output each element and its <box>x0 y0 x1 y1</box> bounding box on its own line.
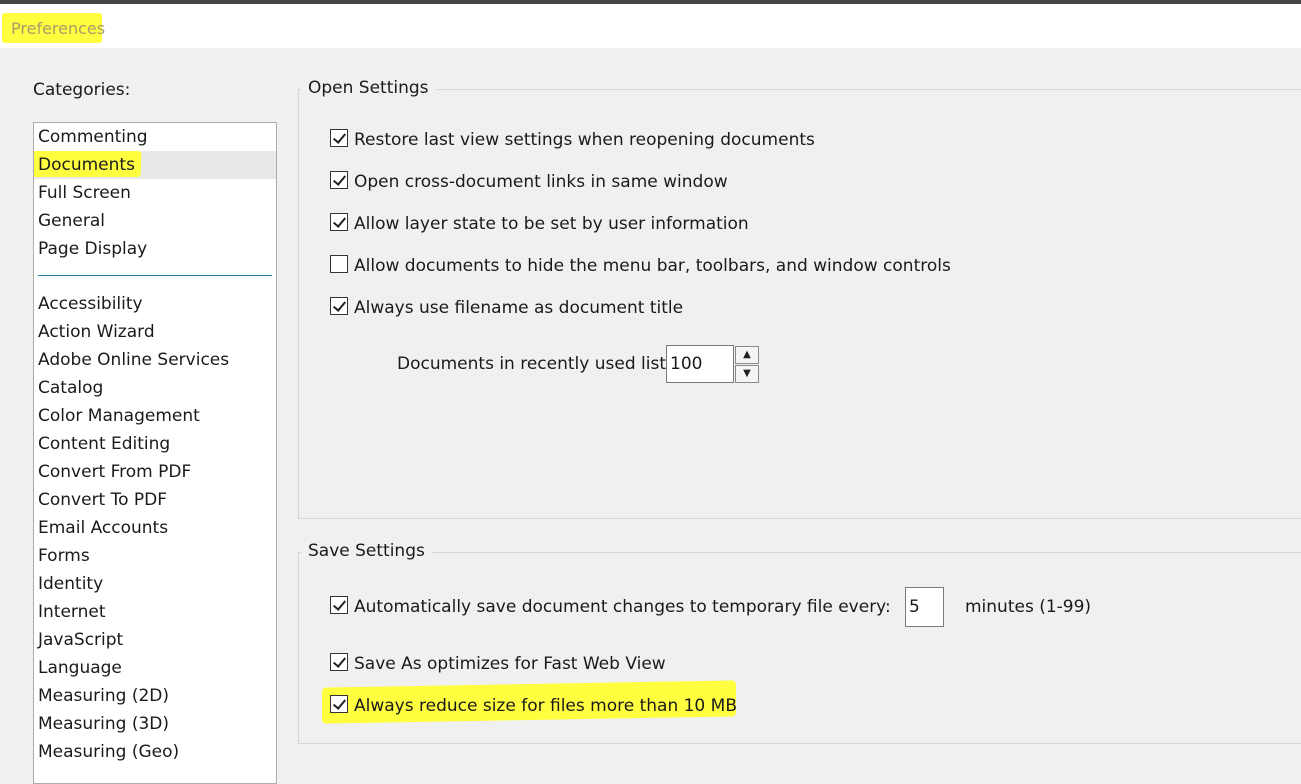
category-item-internet[interactable]: Internet <box>34 598 276 626</box>
category-label: Convert From PDF <box>38 462 192 482</box>
filename-title-option[interactable]: Always use filename as document title <box>330 297 683 321</box>
save-settings-title: Save Settings <box>301 541 432 561</box>
category-item-adobe-online-services[interactable]: Adobe Online Services <box>34 346 276 374</box>
category-label: Accessibility <box>38 294 143 314</box>
hide-menu-bar-option[interactable]: Allow documents to hide the menu bar, to… <box>330 255 951 279</box>
title-bar: Preferences <box>0 4 1301 48</box>
category-item-documents[interactable]: Documents <box>34 151 276 179</box>
restore-last-view-checkbox[interactable] <box>330 129 348 147</box>
restore-last-view-option[interactable]: Restore last view settings when reopenin… <box>330 129 815 153</box>
cross-doc-links-checkbox[interactable] <box>330 171 348 189</box>
category-label: Content Editing <box>38 434 171 454</box>
window-title: Preferences <box>11 19 106 38</box>
category-label: Full Screen <box>38 183 131 203</box>
open-settings-title: Open Settings <box>301 78 436 98</box>
hide-menu-bar-label: Allow documents to hide the menu bar, to… <box>354 256 951 276</box>
category-label: Measuring (3D) <box>38 714 170 734</box>
layer-state-label: Allow layer state to be set by user info… <box>354 214 749 234</box>
category-item-catalog[interactable]: Catalog <box>34 374 276 402</box>
autosave-unit-label: minutes (1-99) <box>965 597 1092 617</box>
spin-up-button[interactable]: ▲ <box>735 346 759 364</box>
category-item-forms[interactable]: Forms <box>34 542 276 570</box>
autosave-minutes-input[interactable] <box>905 587 944 627</box>
category-label: Measuring (2D) <box>38 686 170 706</box>
layer-state-option[interactable]: Allow layer state to be set by user info… <box>330 213 749 237</box>
category-item-language[interactable]: Language <box>34 654 276 682</box>
layer-state-checkbox[interactable] <box>330 213 348 231</box>
category-item-commenting[interactable]: Commenting <box>34 123 276 151</box>
category-label: Catalog <box>38 378 104 398</box>
category-item-measuring-geo[interactable]: Measuring (Geo) <box>34 738 276 766</box>
category-label: Color Management <box>38 406 200 426</box>
filename-title-checkbox[interactable] <box>330 297 348 315</box>
category-label: Email Accounts <box>38 518 169 538</box>
category-item-full-screen[interactable]: Full Screen <box>34 179 276 207</box>
restore-last-view-label: Restore last view settings when reopenin… <box>354 130 815 150</box>
cross-doc-links-label: Open cross-document links in same window <box>354 172 728 192</box>
category-item-measuring-3d[interactable]: Measuring (3D) <box>34 710 276 738</box>
category-item-action-wizard[interactable]: Action Wizard <box>34 318 276 346</box>
fast-web-view-checkbox[interactable] <box>330 653 348 671</box>
category-label: Forms <box>38 546 90 566</box>
category-label: Convert To PDF <box>38 490 168 510</box>
category-item-content-editing[interactable]: Content Editing <box>34 430 276 458</box>
category-label: Page Display <box>38 239 148 259</box>
category-label: JavaScript <box>38 630 124 650</box>
fast-web-view-option[interactable]: Save As optimizes for Fast Web View <box>330 653 666 677</box>
reduce-size-checkbox[interactable] <box>330 695 348 713</box>
reduce-size-label: Always reduce size for files more than 1… <box>354 696 737 716</box>
category-item-javascript[interactable]: JavaScript <box>34 626 276 654</box>
category-item-page-display[interactable]: Page Display <box>34 235 276 263</box>
categories-list[interactable]: Commenting Documents Full Screen General… <box>33 122 277 784</box>
recent-list-input[interactable] <box>666 345 734 383</box>
category-item-accessibility[interactable]: Accessibility <box>34 290 276 318</box>
autosave-option[interactable]: Automatically save document changes to t… <box>330 596 891 620</box>
cross-doc-links-option[interactable]: Open cross-document links in same window <box>330 171 728 195</box>
autosave-label: Automatically save document changes to t… <box>354 597 891 617</box>
spin-down-button[interactable]: ▼ <box>735 365 759 383</box>
category-item-measuring-2d[interactable]: Measuring (2D) <box>34 682 276 710</box>
category-item-identity[interactable]: Identity <box>34 570 276 598</box>
category-label: Identity <box>38 574 104 594</box>
category-item-email-accounts[interactable]: Email Accounts <box>34 514 276 542</box>
hide-menu-bar-checkbox[interactable] <box>330 255 348 273</box>
category-label: Internet <box>38 602 106 622</box>
category-item-convert-to-pdf[interactable]: Convert To PDF <box>34 486 276 514</box>
category-label: Commenting <box>38 127 148 147</box>
recent-list-label: Documents in recently used list: <box>397 354 672 374</box>
autosave-checkbox[interactable] <box>330 596 348 614</box>
category-item-general[interactable]: General <box>34 207 276 235</box>
filename-title-label: Always use filename as document title <box>354 298 684 318</box>
categories-label: Categories: <box>33 80 131 100</box>
category-separator <box>38 275 272 276</box>
category-label: Measuring (Geo) <box>38 742 180 762</box>
category-item-convert-from-pdf[interactable]: Convert From PDF <box>34 458 276 486</box>
category-label: Adobe Online Services <box>38 350 230 370</box>
category-label: Documents <box>38 155 135 175</box>
reduce-size-option[interactable]: Always reduce size for files more than 1… <box>330 695 737 719</box>
category-label: General <box>38 211 105 231</box>
fast-web-view-label: Save As optimizes for Fast Web View <box>354 654 666 674</box>
category-label: Action Wizard <box>38 322 155 342</box>
category-label: Language <box>38 658 122 678</box>
category-item-color-management[interactable]: Color Management <box>34 402 276 430</box>
